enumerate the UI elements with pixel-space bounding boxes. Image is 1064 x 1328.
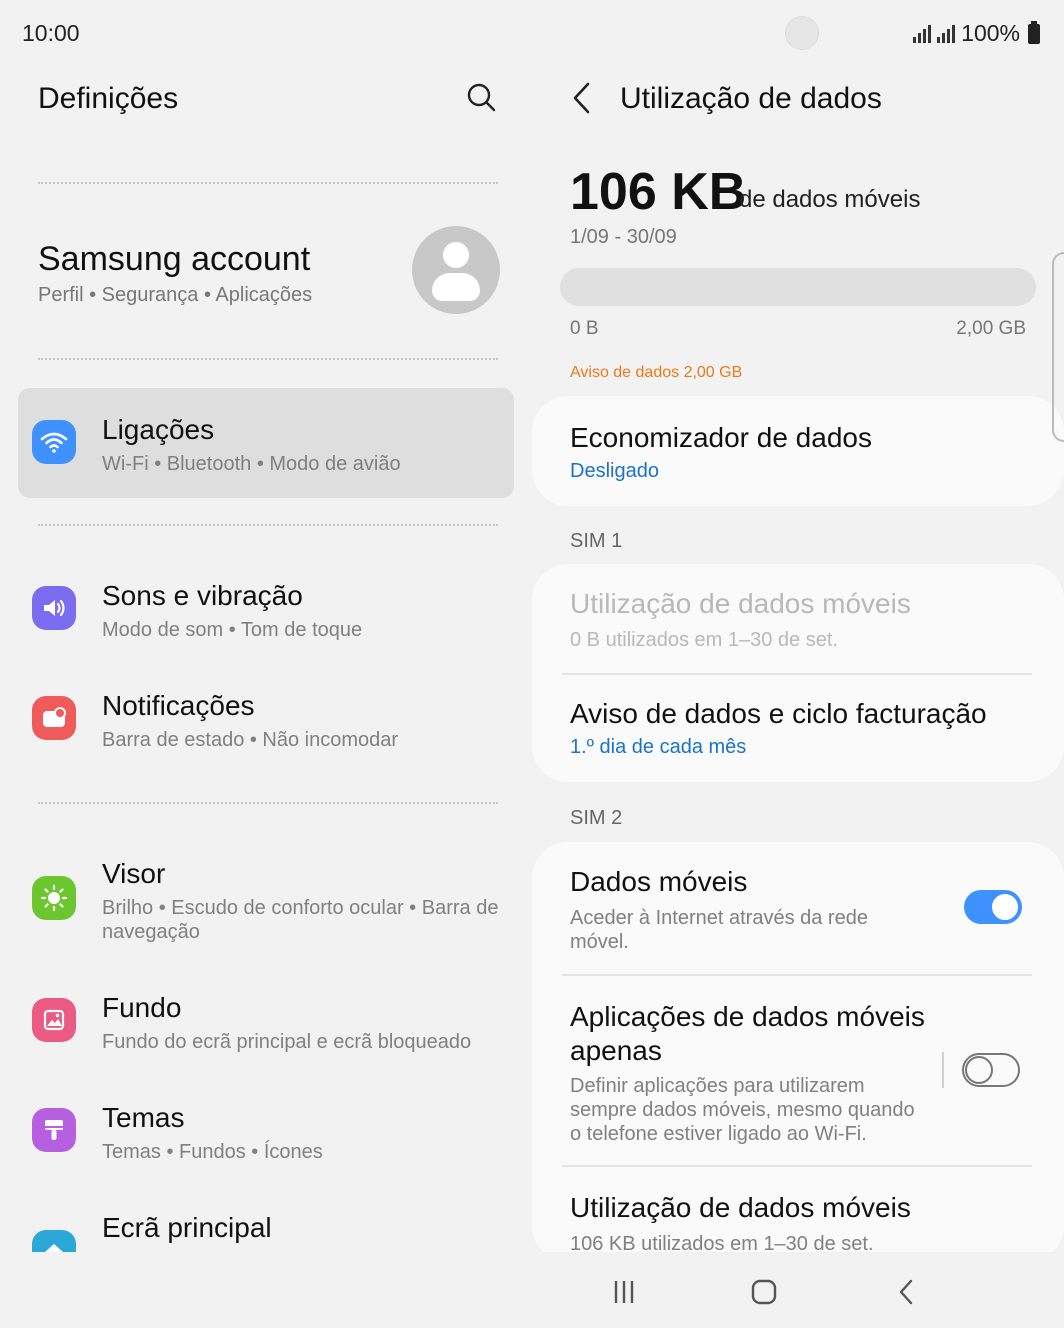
billing-cycle-title: Aviso de dados e ciclo facturação	[570, 698, 987, 729]
item-subtitle: Barra de estado • Não incomodar	[102, 729, 399, 751]
settings-item-display[interactable]: Visor Brilho • Escudo de conforto ocular…	[18, 832, 514, 943]
status-bar: 10:00 100%	[0, 0, 1064, 66]
recents-button[interactable]	[604, 1276, 644, 1308]
settings-item-home-screen[interactable]: Ecrã principal	[18, 1186, 514, 1252]
avatar	[412, 226, 500, 314]
item-title: Ligações	[102, 414, 215, 445]
divider	[562, 673, 1032, 675]
data-warning-label: Aviso de dados 2,00 GB	[570, 364, 743, 381]
nav-back-button[interactable]	[886, 1276, 926, 1308]
sim2-usage-subtitle: 106 KB utilizados em 1–30 de set.	[570, 1233, 874, 1252]
image-icon	[32, 998, 76, 1042]
item-title: Notificações	[102, 690, 255, 721]
divider	[38, 358, 498, 360]
billing-cycle-value: 1.º dia de cada mês	[570, 736, 747, 758]
data-usage-pane: Utilização de dados 106 KB de dados móve…	[532, 66, 1064, 1252]
sim2-mobile-data-item[interactable]: Dados móveis Aceder à Internet através d…	[570, 866, 910, 954]
divider	[38, 182, 498, 184]
account-subtitle: Perfil • Segurança • Aplicações	[38, 284, 313, 306]
data-saver-status: Desligado	[570, 460, 659, 482]
divider	[38, 802, 498, 804]
speaker-icon	[32, 586, 76, 630]
chevron-left-icon	[573, 82, 590, 114]
item-subtitle: Temas • Fundos • Ícones	[102, 1141, 323, 1163]
usage-period: 1/09 - 30/09	[570, 226, 677, 248]
item-title: Fundo	[102, 992, 182, 1023]
divider	[562, 1165, 1032, 1167]
account-name: Samsung account	[38, 240, 311, 278]
sim1-section-label: SIM 1	[570, 530, 623, 552]
item-title: Sons e vibração	[102, 580, 303, 611]
usage-amount: 106 KB	[570, 163, 747, 221]
home-icon	[32, 1230, 76, 1252]
recents-icon	[614, 1281, 634, 1303]
divider	[38, 524, 498, 526]
mobile-data-toggle[interactable]	[964, 890, 1022, 924]
data-saver-item[interactable]: Economizador de dados Desligado	[570, 422, 872, 483]
search-button[interactable]	[464, 80, 498, 114]
sim1-usage-title: Utilização de dados móveis	[570, 588, 911, 619]
edge-panel-handle[interactable]	[1052, 252, 1064, 442]
item-title: Ecrã principal	[102, 1212, 272, 1243]
brush-icon	[32, 1108, 76, 1152]
settings-item-wallpaper[interactable]: Fundo Fundo do ecrã principal e ecrã blo…	[18, 966, 514, 1076]
item-title: Visor	[102, 858, 166, 889]
usage-max-label: 2,00 GB	[956, 318, 1026, 339]
apps-only-subtitle: Definir aplicações para utilizarem sempr…	[570, 1075, 915, 1145]
camera-cutout	[785, 16, 819, 50]
apps-only-title: Aplicações de dados móveis apenas	[570, 1001, 925, 1066]
battery-percent: 100%	[961, 20, 1020, 46]
back-button[interactable]	[566, 80, 600, 116]
settings-item-connections[interactable]: Ligações Wi-Fi • Bluetooth • Modo de avi…	[18, 388, 514, 498]
mobile-data-subtitle: Aceder à Internet através da rede móvel.	[570, 907, 868, 953]
data-saver-card[interactable]: Economizador de dados Desligado	[532, 396, 1064, 506]
home-button[interactable]	[744, 1276, 784, 1308]
navigation-bar	[532, 1252, 1064, 1328]
sim1-mobile-usage-item: Utilização de dados móveis 0 B utilizado…	[570, 588, 911, 652]
page-title: Utilização de dados	[620, 82, 882, 115]
battery-icon	[1028, 20, 1040, 44]
wifi-icon	[32, 420, 76, 464]
apps-only-toggle[interactable]	[962, 1053, 1020, 1087]
sim2-usage-title: Utilização de dados móveis	[570, 1192, 911, 1223]
notification-icon	[32, 696, 76, 740]
home-square-icon	[751, 1279, 777, 1305]
settings-list-pane: Definições Samsung account Perfil • Segu…	[0, 66, 532, 1252]
back-icon	[899, 1279, 913, 1305]
item-subtitle: Modo de som • Tom de toque	[102, 619, 363, 641]
divider	[562, 974, 1032, 976]
item-subtitle: Fundo do ecrã principal e ecrã bloqueado	[102, 1031, 472, 1053]
separator	[942, 1052, 944, 1088]
sim1-usage-subtitle: 0 B utilizados em 1–30 de set.	[570, 629, 838, 651]
usage-suffix: de dados móveis	[739, 186, 921, 213]
data-saver-title: Economizador de dados	[570, 422, 872, 453]
sim1-billing-cycle-item[interactable]: Aviso de dados e ciclo facturação 1.º di…	[570, 698, 987, 759]
item-title: Temas	[102, 1102, 185, 1133]
sim2-apps-only-item[interactable]: Aplicações de dados móveis apenas Defini…	[570, 1000, 930, 1146]
page-title: Definições	[38, 82, 179, 115]
settings-item-themes[interactable]: Temas Temas • Fundos • Ícones	[18, 1076, 514, 1186]
sun-icon	[32, 876, 76, 920]
status-time: 10:00	[22, 20, 80, 46]
signal-sim2-icon	[937, 24, 956, 43]
item-subtitle: Brilho • Escudo de conforto ocular • Bar…	[102, 897, 499, 943]
item-subtitle: Wi-Fi • Bluetooth • Modo de avião	[102, 453, 401, 475]
sim2-mobile-usage-item[interactable]: Utilização de dados móveis 106 KB utiliz…	[570, 1192, 911, 1252]
search-icon	[467, 83, 496, 112]
usage-min-label: 0 B	[570, 318, 599, 339]
settings-item-notifications[interactable]: Notificações Barra de estado • Não incom…	[18, 664, 514, 774]
sim2-section-label: SIM 2	[570, 807, 623, 829]
sim2-card: Dados móveis Aceder à Internet através d…	[532, 842, 1064, 1252]
status-indicators: 100%	[913, 20, 1040, 47]
sim1-card: Utilização de dados móveis 0 B utilizado…	[532, 564, 1064, 782]
settings-item-sounds[interactable]: Sons e vibração Modo de som • Tom de toq…	[18, 554, 514, 664]
signal-sim1-icon	[913, 24, 932, 43]
mobile-data-title: Dados móveis	[570, 866, 748, 897]
usage-progress-bar	[560, 268, 1036, 306]
